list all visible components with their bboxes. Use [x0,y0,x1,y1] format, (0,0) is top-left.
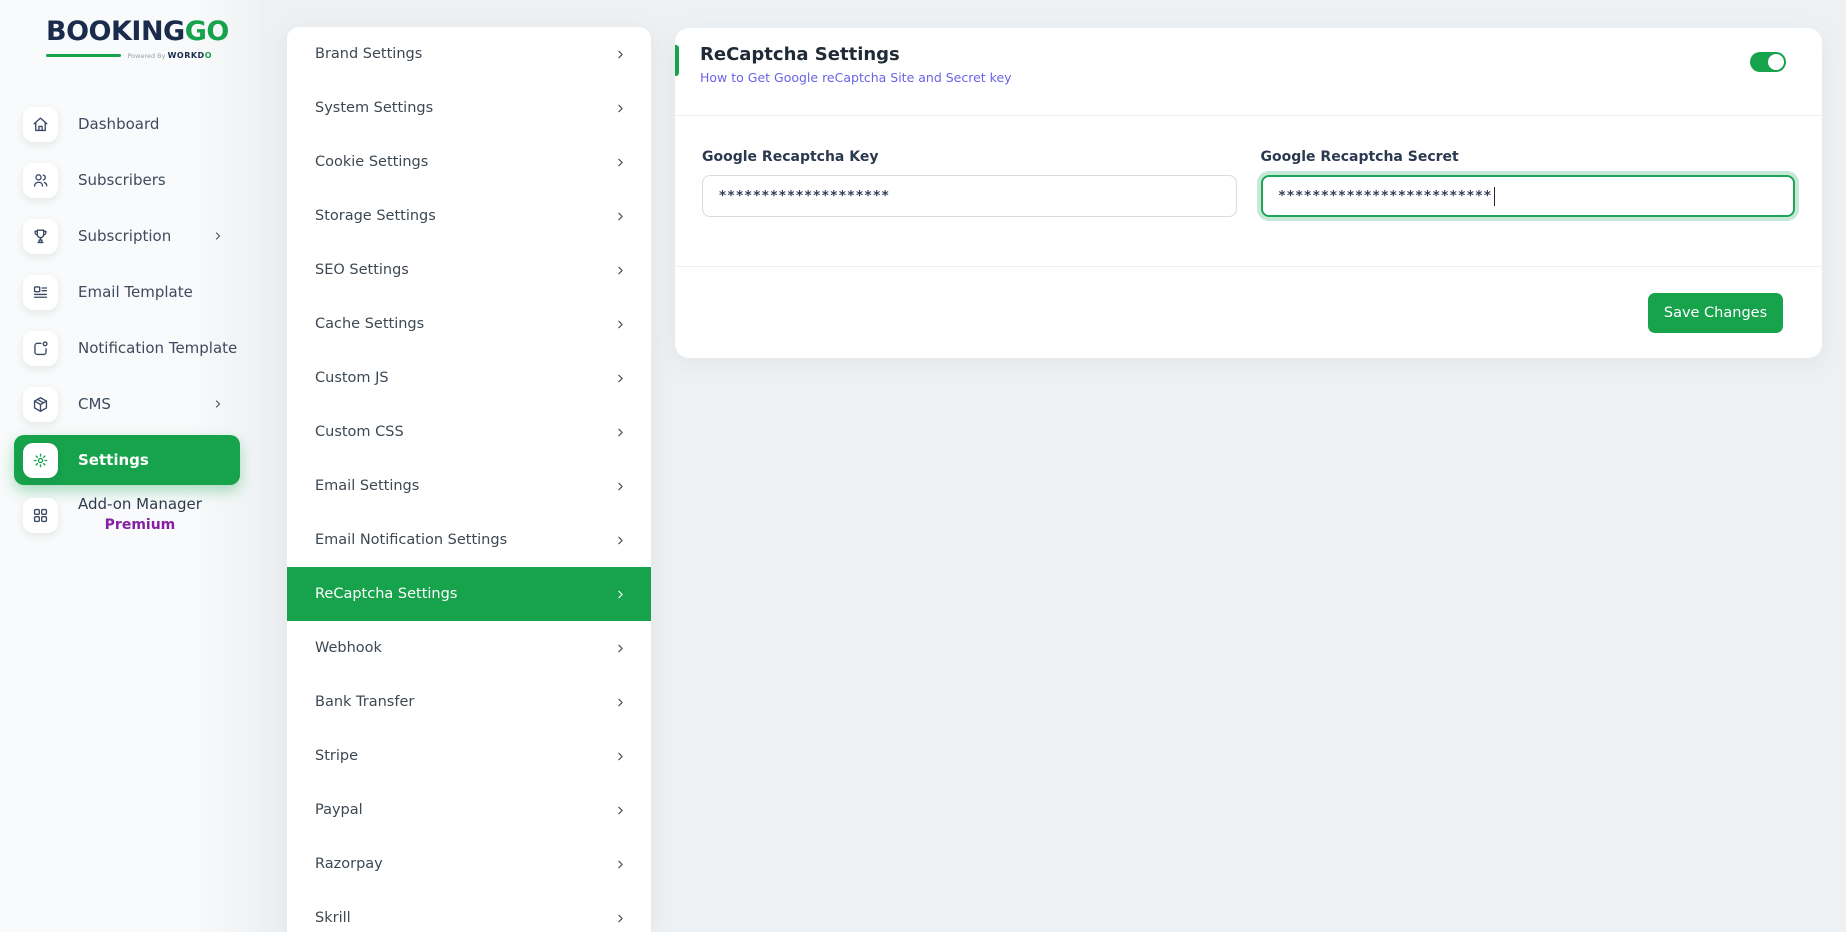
sidebar-item-addon-manager[interactable]: Add-on Manager Premium [0,488,202,536]
settings-menu-item-razorpay[interactable]: Razorpay [287,837,651,891]
sidebar-item-cms[interactable]: CMS [0,376,262,432]
chevron-right-icon [614,750,627,763]
app-logo-text: BOOKINGGO [46,18,262,45]
settings-menu-item-cookie-settings[interactable]: Cookie Settings [287,135,651,189]
users-icon [23,163,58,198]
sidebar-item-notification-template[interactable]: Notification Template [0,320,262,376]
chevron-right-icon [614,102,627,115]
recaptcha-key-field-group: Google Recaptcha Key *******************… [702,149,1237,266]
toggle-knob [1768,54,1784,70]
sidebar-item-dashboard[interactable]: Dashboard [0,96,262,152]
settings-menu-item-custom-js[interactable]: Custom JS [287,351,651,405]
chevron-right-icon [614,642,627,655]
recaptcha-settings-card: ReCaptcha Settings How to Get Google reC… [675,28,1822,358]
trophy-icon [23,219,58,254]
recaptcha-key-value: ******************** [719,188,890,204]
chevron-right-icon [614,804,627,817]
settings-menu-item-cache-settings[interactable]: Cache Settings [287,297,651,351]
settings-menu-item-seo-settings[interactable]: SEO Settings [287,243,651,297]
sidebar-item-settings[interactable]: Settings [14,435,240,485]
green-accent-bar [675,45,679,76]
settings-menu-item-system-settings[interactable]: System Settings [287,81,651,135]
settings-menu-item-recaptcha-settings[interactable]: ReCaptcha Settings [287,567,651,621]
chevron-right-icon [614,264,627,277]
card-header: ReCaptcha Settings How to Get Google reC… [675,28,1822,116]
settings-menu-item-bank-transfer[interactable]: Bank Transfer [287,675,651,729]
chevron-right-icon [614,372,627,385]
chevron-right-icon [614,318,627,331]
home-icon [23,107,58,142]
page-title: ReCaptcha Settings [700,44,1822,65]
app-logo[interactable]: BOOKINGGO Powered By WORKDO [0,0,262,60]
card-body: Google Recaptcha Key *******************… [675,116,1822,266]
recaptcha-help-link[interactable]: How to Get Google reCaptcha Site and Sec… [700,70,1012,85]
chevron-right-icon [614,480,627,493]
gear-icon [23,443,58,478]
settings-menu-panel: Brand Settings System Settings Cookie Se… [287,27,651,932]
chevron-right-icon [614,588,627,601]
sidebar: BOOKINGGO Powered By WORKDO Dashboard Su… [0,0,262,932]
addon-texts: Add-on Manager Premium [78,494,202,536]
grid-icon [23,498,58,533]
chevron-right-icon [614,534,627,547]
settings-menu-item-custom-css[interactable]: Custom CSS [287,405,651,459]
powered-by-text: Powered By WORKDO [127,51,212,60]
card-footer: Save Changes [675,266,1822,358]
sidebar-item-subscription[interactable]: Subscription [0,208,262,264]
recaptcha-secret-field-group: Google Recaptcha Secret ****************… [1261,149,1796,266]
settings-menu-item-email-notification-settings[interactable]: Email Notification Settings [287,513,651,567]
chevron-right-icon [614,696,627,709]
chevron-right-icon [614,426,627,439]
cube-icon [23,387,58,422]
save-changes-button[interactable]: Save Changes [1648,293,1783,333]
sidebar-item-email-template[interactable]: Email Template [0,264,262,320]
sidebar-nav: Dashboard Subscribers Subscription Email… [0,96,262,488]
settings-menu-item-email-settings[interactable]: Email Settings [287,459,651,513]
sidebar-item-subscribers[interactable]: Subscribers [0,152,262,208]
notification-icon [23,331,58,366]
logo-green-line [46,54,121,57]
settings-menu-item-stripe[interactable]: Stripe [287,729,651,783]
logo-underline: Powered By WORKDO [46,51,212,60]
settings-menu-item-webhook[interactable]: Webhook [287,621,651,675]
recaptcha-enabled-toggle[interactable] [1750,52,1786,72]
settings-menu-item-skrill[interactable]: Skrill [287,891,651,932]
google-recaptcha-secret-input[interactable]: ************************* [1261,175,1796,217]
chevron-right-icon [614,156,627,169]
settings-menu-item-paypal[interactable]: Paypal [287,783,651,837]
settings-menu-item-storage-settings[interactable]: Storage Settings [287,189,651,243]
text-cursor [1494,187,1496,206]
google-recaptcha-key-input[interactable]: ******************** [702,175,1237,217]
recaptcha-secret-label: Google Recaptcha Secret [1261,149,1796,165]
chevron-right-icon [212,398,224,410]
chevron-right-icon [614,48,627,61]
recaptcha-key-label: Google Recaptcha Key [702,149,1237,165]
recaptcha-secret-value: ************************* [1279,188,1493,204]
chevron-right-icon [614,912,627,925]
chevron-right-icon [212,230,224,242]
premium-badge: Premium [105,515,176,536]
chevron-right-icon [614,858,627,871]
chevron-right-icon [614,210,627,223]
template-icon [23,275,58,310]
settings-menu-item-brand-settings[interactable]: Brand Settings [287,27,651,81]
